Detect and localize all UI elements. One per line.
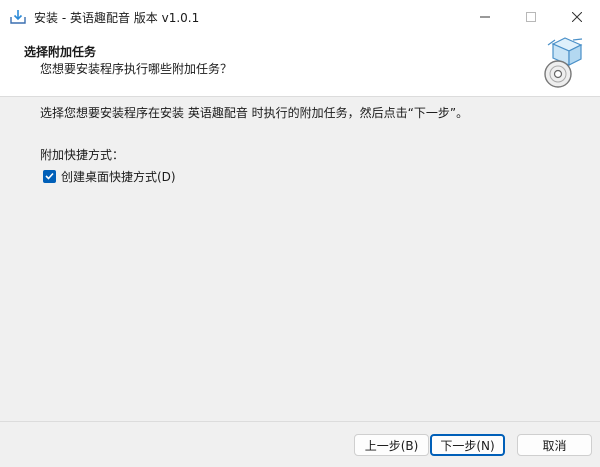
close-button[interactable] [554,0,600,33]
task-create-desktop-shortcut[interactable]: 创建桌面快捷方式(D) [43,168,176,184]
checkbox-checked[interactable] [43,169,56,183]
page-subtitle: 您想要安装程序执行哪些附加任务？ [40,62,233,76]
next-button[interactable]: 下一步(N) [430,434,505,456]
title-bar[interactable]: 安装 - 英语趣配音 版本 v1.0.1 [0,0,600,33]
installer-icon [9,8,27,26]
wizard-header: 选择附加任务 您想要安装程序执行哪些附加任务？ [0,33,600,97]
page-title: 选择附加任务 [24,45,97,59]
window-title: 安装 - 英语趣配音 版本 v1.0.1 [34,11,200,25]
back-button[interactable]: 上一步(B) [354,434,429,456]
cancel-button[interactable]: 取消 [517,434,592,456]
shortcuts-group-label: 附加快捷方式： [40,148,125,162]
checkbox-label: 创建桌面快捷方式(D) [61,169,176,184]
minimize-icon [480,12,490,22]
maximize-button [508,0,554,33]
instruction-text: 选择您想要安装程序在安装 英语趣配音 时执行的附加任务，然后点击“下一步”。 [40,106,469,120]
close-icon [572,11,582,22]
maximize-icon [526,11,536,22]
checkmark-icon [45,172,54,180]
minimize-button[interactable] [462,0,508,33]
footer-divider [0,421,600,422]
setup-box-disc-icon [543,36,585,92]
